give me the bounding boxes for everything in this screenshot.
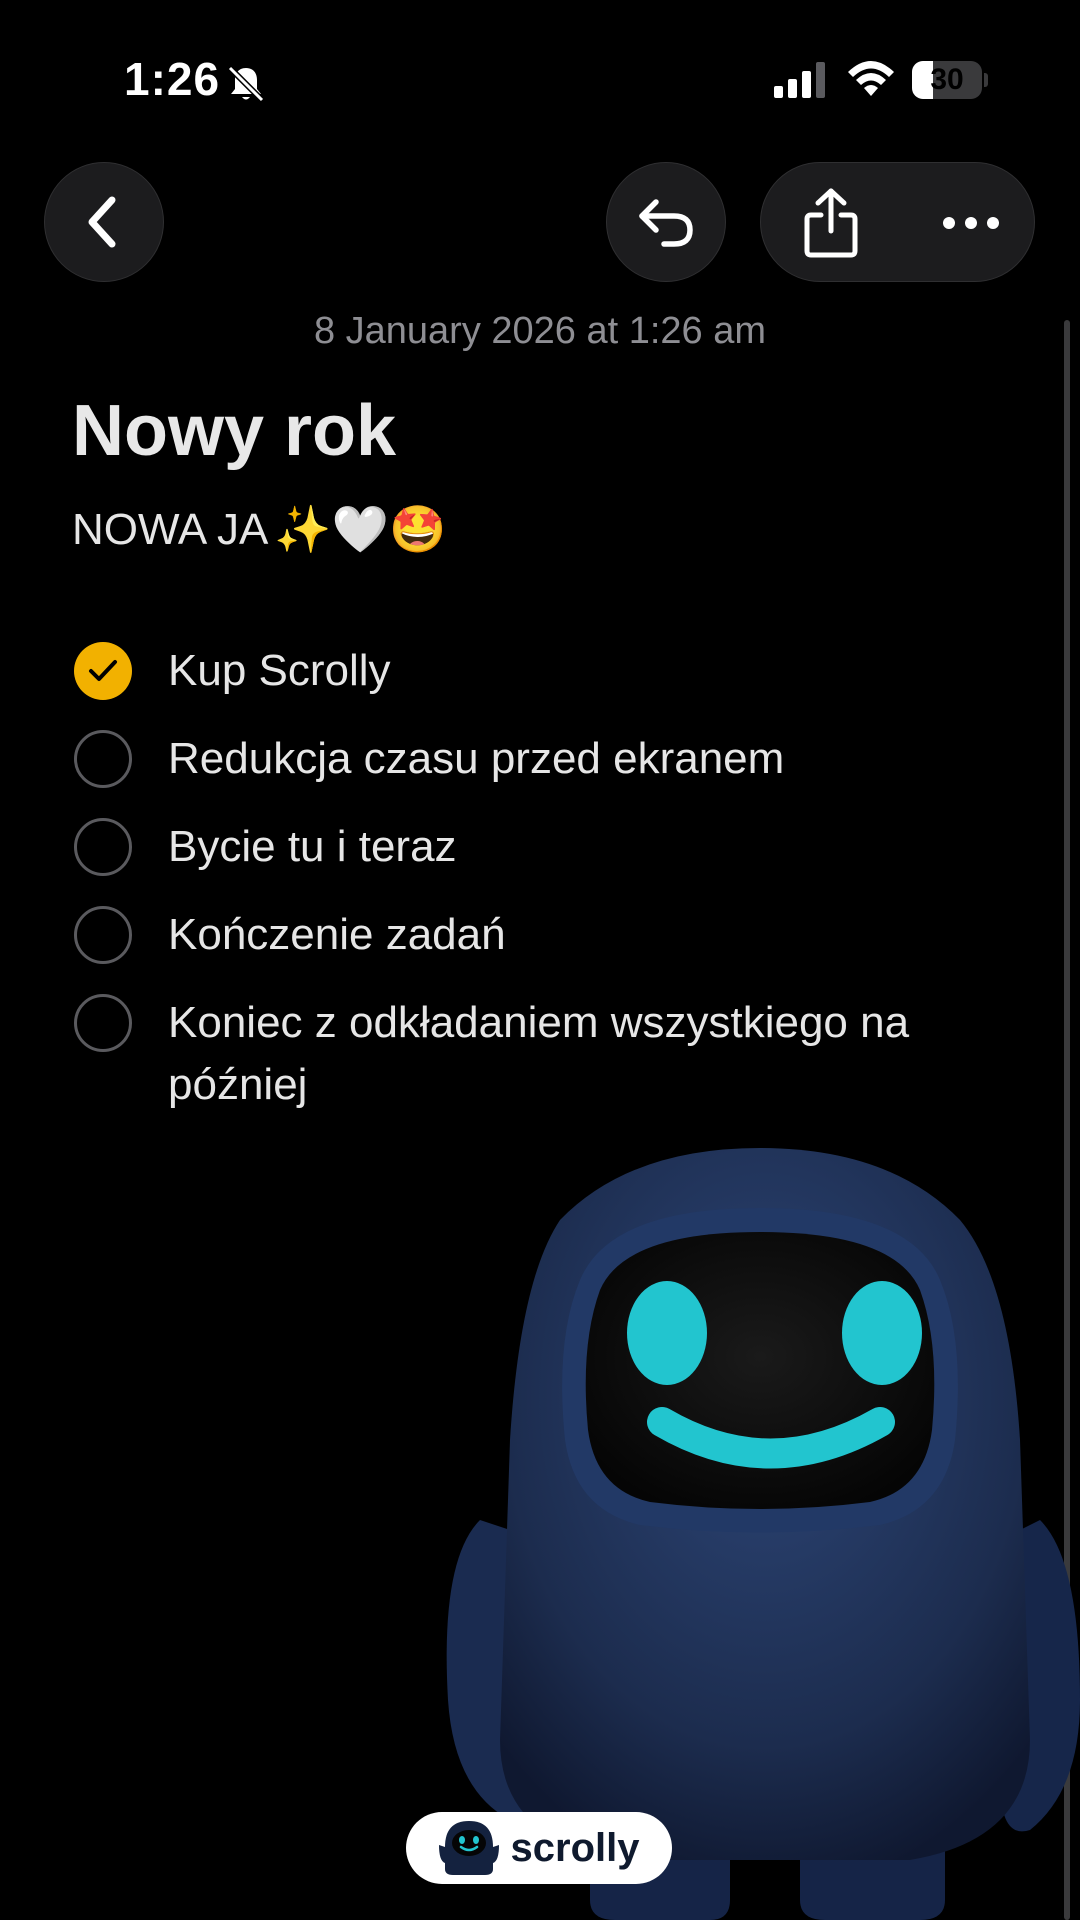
- scrolly-mascot-image: [446, 1148, 1080, 1920]
- share-button[interactable]: [791, 183, 871, 263]
- note-date: 8 January 2026 at 1:26 am: [313, 310, 767, 352]
- checkmark-icon: [89, 660, 117, 681]
- checklist-item-text[interactable]: Redukcja czasu przed ekranem: [168, 728, 1028, 790]
- scrolly-brand-badge[interactable]: scrolly: [406, 1812, 672, 1884]
- undo-icon: [639, 199, 693, 247]
- brand-name: scrolly: [510, 1825, 640, 1870]
- share-icon: [804, 188, 858, 258]
- subtitle-text: NOWA JA: [72, 504, 269, 554]
- checkbox-checked[interactable]: [74, 642, 132, 700]
- checklist-item-text[interactable]: Koniec z odkładaniem wszystkiego na późn…: [168, 992, 1028, 1116]
- checkbox-unchecked[interactable]: [74, 730, 132, 788]
- checkbox-unchecked[interactable]: [74, 818, 132, 876]
- checklist-item-text[interactable]: Kończenie zadań: [168, 904, 1028, 966]
- actions-group: [760, 162, 1035, 282]
- cellular-signal-icon: [774, 62, 825, 98]
- chevron-left-icon: [88, 196, 116, 248]
- note-title[interactable]: Nowy rok: [72, 390, 396, 472]
- battery-level: 30: [930, 63, 964, 96]
- checklist-item-text[interactable]: Bycie tu i teraz: [168, 816, 1028, 878]
- battery-indicator: 30: [912, 61, 988, 99]
- bell-slash-icon: [227, 65, 265, 103]
- note-subtitle[interactable]: NOWA JA ✨🤍🤩: [72, 502, 446, 557]
- scrolly-logo-icon: [438, 1821, 499, 1875]
- subtitle-emojis: ✨🤍🤩: [274, 503, 447, 555]
- checkbox-unchecked[interactable]: [74, 994, 132, 1052]
- wifi-icon: [848, 61, 894, 96]
- checkbox-unchecked[interactable]: [74, 906, 132, 964]
- more-icon: [943, 217, 999, 229]
- undo-button[interactable]: [606, 162, 726, 282]
- more-button[interactable]: [926, 183, 1016, 263]
- checklist-item-text[interactable]: Kup Scrolly: [168, 640, 1028, 702]
- back-button[interactable]: [44, 162, 164, 282]
- status-time: 1:26: [124, 53, 221, 105]
